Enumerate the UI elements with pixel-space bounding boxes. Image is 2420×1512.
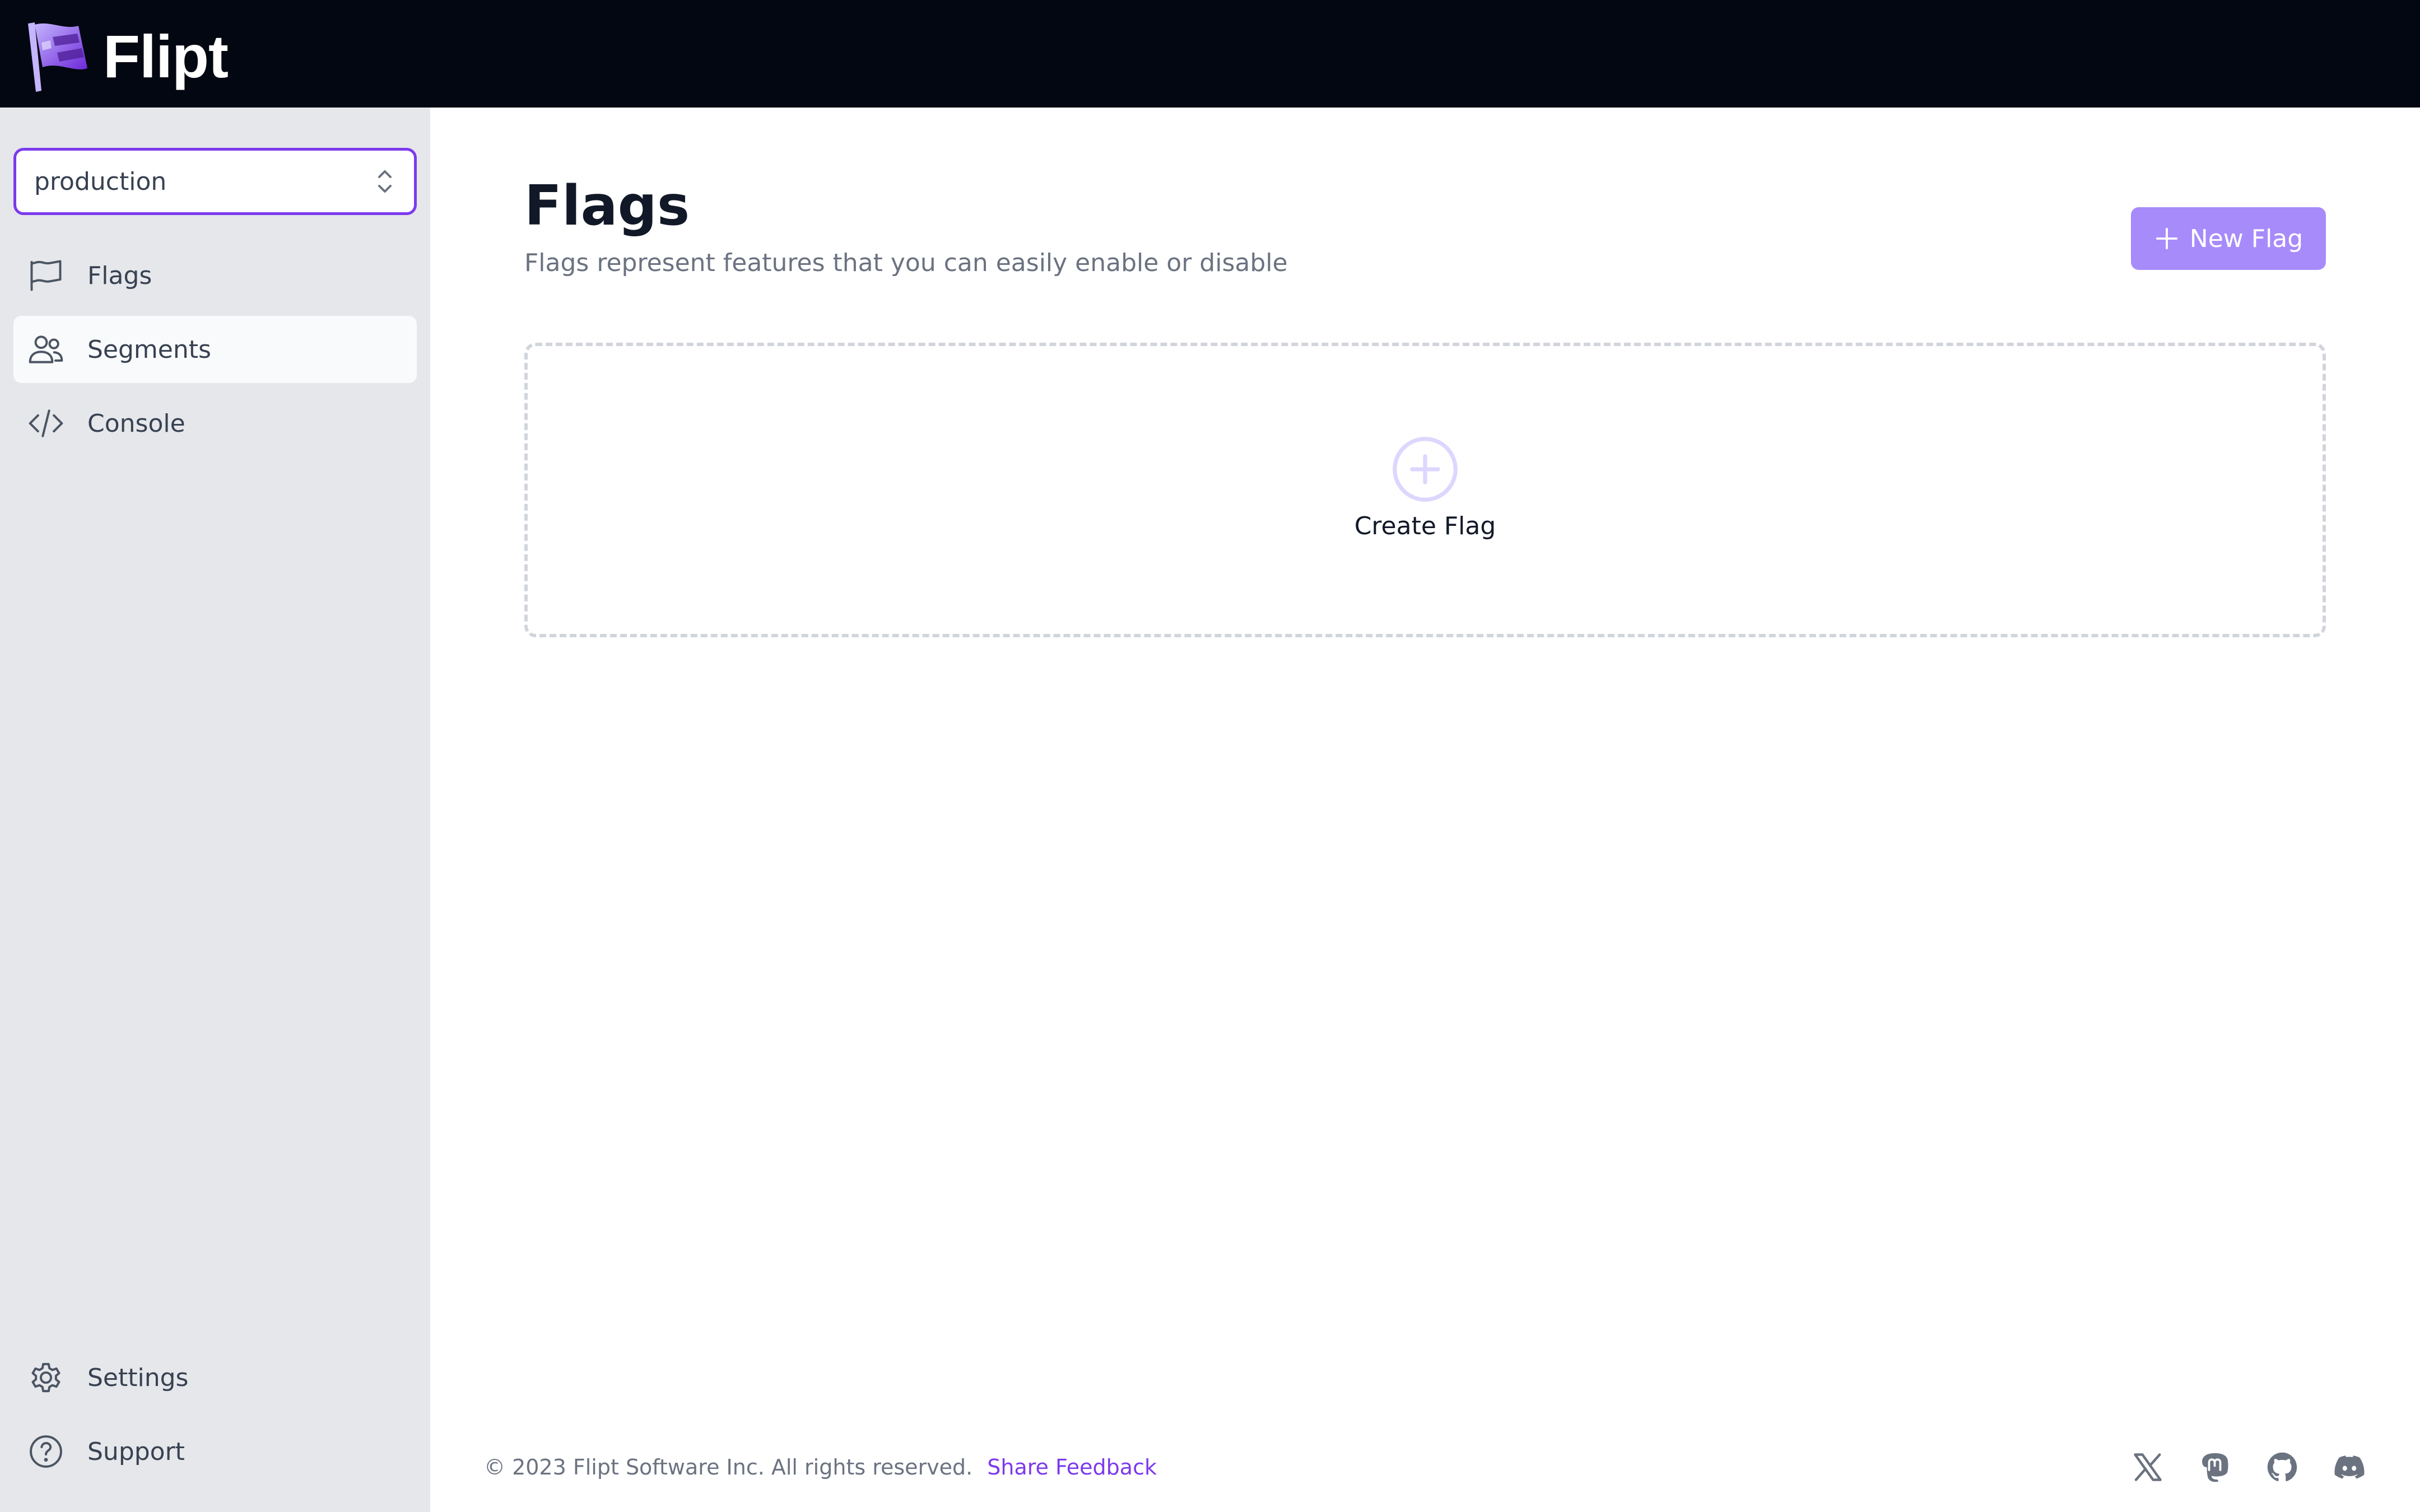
flag-icon [30, 260, 62, 291]
sidebar-item-flags[interactable]: Flags [13, 242, 417, 309]
github-icon[interactable] [2265, 1450, 2299, 1484]
sidebar-item-settings[interactable]: Settings [13, 1344, 417, 1411]
sidebar-item-support[interactable]: Support [13, 1418, 417, 1485]
flipt-logo[interactable]: Flipt [25, 20, 229, 93]
sidebar-item-segments[interactable]: Segments [13, 316, 417, 383]
x-icon[interactable] [2131, 1450, 2165, 1484]
plus-circle-icon [1393, 436, 1458, 502]
brand-name: Flipt [103, 22, 229, 90]
main-content: Flags Flags represent features that you … [430, 108, 2420, 1512]
page-subtitle: Flags represent features that you can ea… [524, 249, 1288, 277]
question-circle-icon [30, 1435, 62, 1468]
sidebar: production Flags Segments Console Settin… [0, 108, 430, 1512]
footer: © 2023 Flipt Software Inc. All rights re… [484, 1450, 2366, 1484]
new-flag-button[interactable]: New Flag [2131, 207, 2326, 270]
sidebar-item-label: Flags [87, 261, 152, 290]
discord-icon[interactable] [2333, 1450, 2366, 1484]
plus-icon [2156, 227, 2177, 250]
sidebar-item-label: Console [87, 409, 185, 438]
code-icon [29, 409, 63, 437]
gear-icon [31, 1362, 61, 1393]
sidebar-item-label: Settings [87, 1363, 189, 1392]
environment-select[interactable]: production [13, 148, 417, 215]
create-flag-empty-state[interactable]: Create Flag [524, 343, 2326, 637]
create-flag-label: Create Flag [1354, 511, 1496, 540]
social-links [2131, 1450, 2366, 1484]
copyright-text: © 2023 Flipt Software Inc. All rights re… [484, 1455, 973, 1480]
share-feedback-link[interactable]: Share Feedback [987, 1455, 1157, 1480]
new-flag-button-label: New Flag [2189, 224, 2303, 253]
sidebar-item-console[interactable]: Console [13, 390, 417, 457]
sidebar-item-label: Segments [87, 335, 211, 364]
mastodon-icon[interactable] [2198, 1450, 2232, 1484]
page-title: Flags [524, 174, 690, 238]
flipt-flag-logo-icon [28, 22, 87, 92]
users-icon [29, 335, 63, 363]
environment-select-value: production [34, 167, 167, 196]
chevron-up-down-icon [378, 170, 392, 193]
sidebar-item-label: Support [87, 1437, 185, 1466]
top-bar: Flipt [0, 0, 2420, 108]
